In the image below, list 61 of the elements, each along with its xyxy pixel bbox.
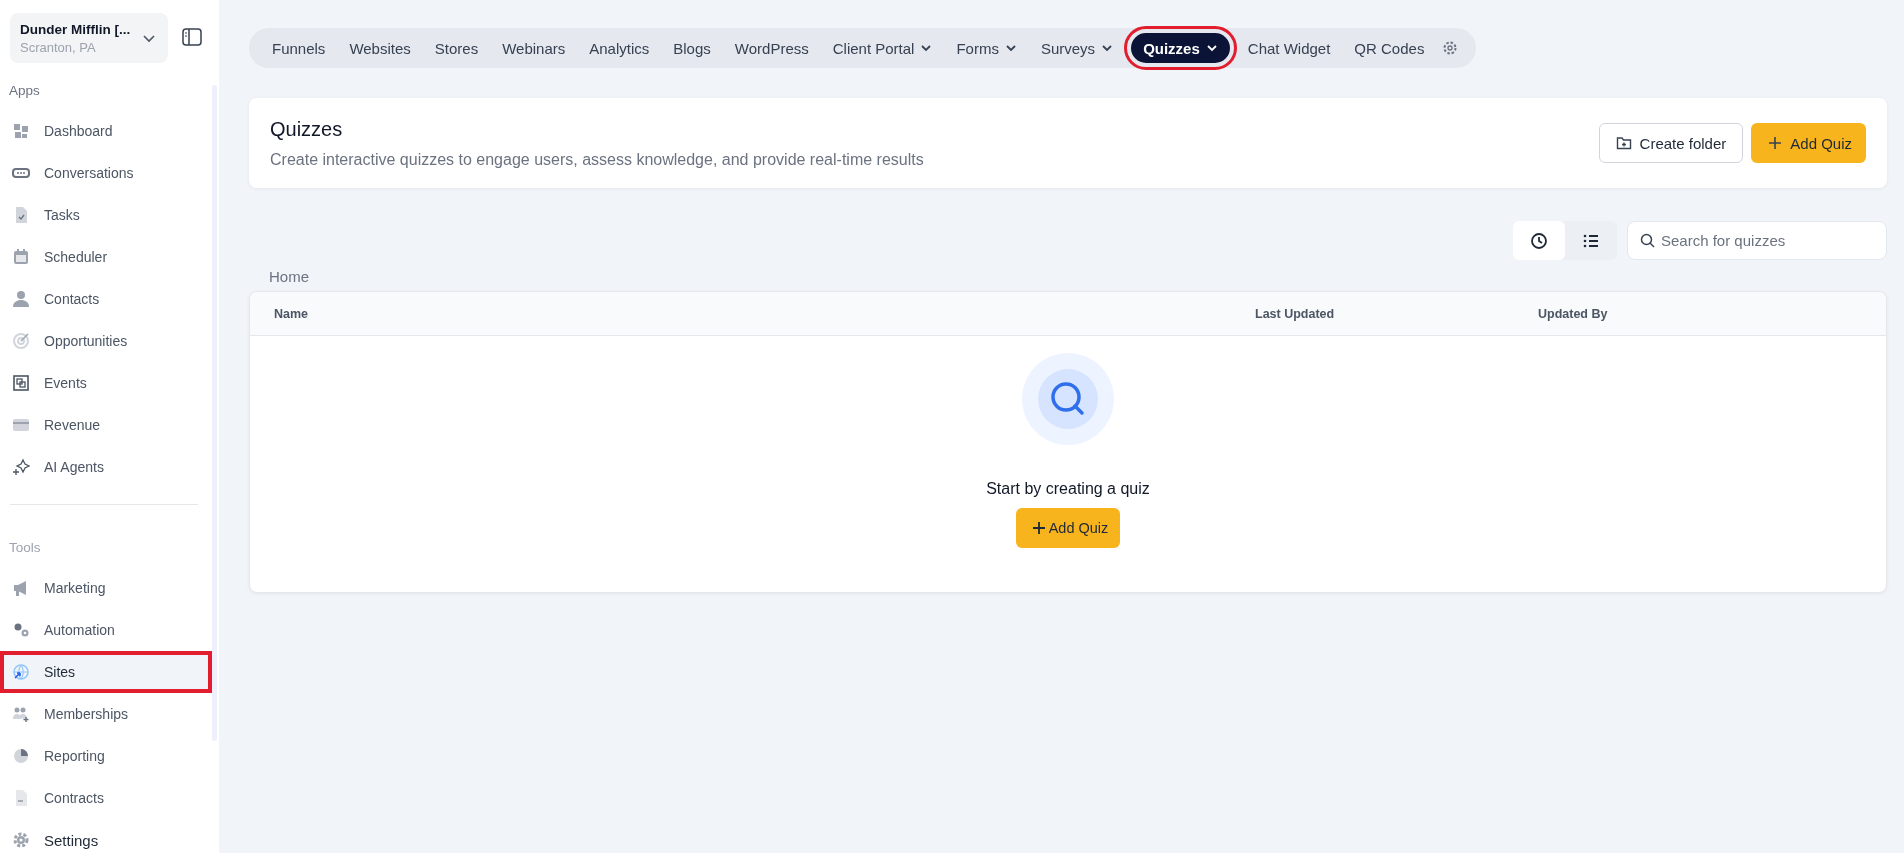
sidebar-item[interactable]: Marketing [0,567,212,609]
globe-icon [12,663,30,681]
nav-tab[interactable]: Blogs [661,33,723,63]
sidebar-item[interactable]: Reporting [0,735,212,777]
sidebar-toggle-button[interactable] [182,28,204,48]
folder-plus-icon [1615,135,1632,151]
search-illustration-icon [1022,353,1114,445]
section-heading: Tools [8,540,42,555]
sparkle-icon [12,458,30,476]
sidebar-item[interactable]: AI Agents [0,446,212,488]
nav-tab[interactable]: Client Portal [820,33,945,63]
target-icon [12,332,30,350]
card-icon [12,416,30,434]
nav-tab[interactable]: Forms [944,33,1029,63]
sidebar-item[interactable]: Conversations [0,152,212,194]
nav-tab[interactable]: WordPress [722,33,821,63]
add-quiz-button[interactable]: Add Quiz [1015,508,1121,548]
gears-icon [12,621,30,639]
column-header: Last Updated [1255,306,1336,321]
plus-icon [1031,521,1046,535]
sidebar-item[interactable]: Automation [0,609,212,651]
column-header: Updated By [1538,306,1608,321]
account-switcher[interactable]: Dunder Mifflin [... Scranton, PA [10,13,168,63]
sidebar-item[interactable]: Tasks [0,194,212,236]
sidebar-item[interactable]: Revenue [0,404,212,446]
nav-tab[interactable]: Surveys [1028,33,1126,63]
nav-tab[interactable]: Websites [337,33,423,63]
nav-tab[interactable]: Analytics [577,33,662,63]
empty-state-message: Start by creating a quiz [986,480,1150,498]
breadcrumb: Home [269,268,310,285]
add-quiz-button[interactable]: Add Quiz [1751,123,1866,163]
search-icon [1640,233,1655,248]
dashboard-icon [12,122,30,140]
page-title: Quizzes [270,117,344,141]
nav-tab[interactable]: Webinars [490,33,578,63]
events-icon [12,374,30,392]
sidebar-item[interactable]: Events [0,362,212,404]
sidebar-item[interactable]: Sites [0,651,212,693]
page-description: Create interactive quizzes to engage users, assess knowledge, and provide real-time results [270,150,924,169]
calendar-icon [12,248,30,266]
nav-tab[interactable]: Stores [422,33,491,63]
sidebar-item[interactable]: Dashboard [0,110,212,152]
column-header: Name [273,306,310,321]
sidebar-item[interactable]: Scheduler [0,236,212,278]
nav-tab[interactable]: Funnels [260,33,338,63]
section-heading: Apps [8,83,41,98]
nav-tab[interactable]: QR Codes [1342,33,1437,63]
create-folder-button[interactable]: Create folder [1598,123,1744,163]
gear-icon [12,831,30,849]
sidebar-item[interactable]: Contracts [0,777,212,819]
sidebar-item[interactable]: Settings [0,819,212,853]
sidebar-item[interactable]: Opportunities [0,320,212,362]
sidebar-item[interactable]: Memberships [0,693,212,735]
pie-icon [12,747,30,765]
search-field[interactable]: Search for quizzes [1627,221,1887,260]
person-icon [12,290,30,308]
sidebar-item[interactable]: Contacts [0,278,212,320]
people-icon [12,705,30,723]
clock-icon[interactable] [1513,221,1565,260]
nav-tab[interactable]: Chat Widget [1235,33,1343,63]
plus-icon [1768,136,1783,150]
